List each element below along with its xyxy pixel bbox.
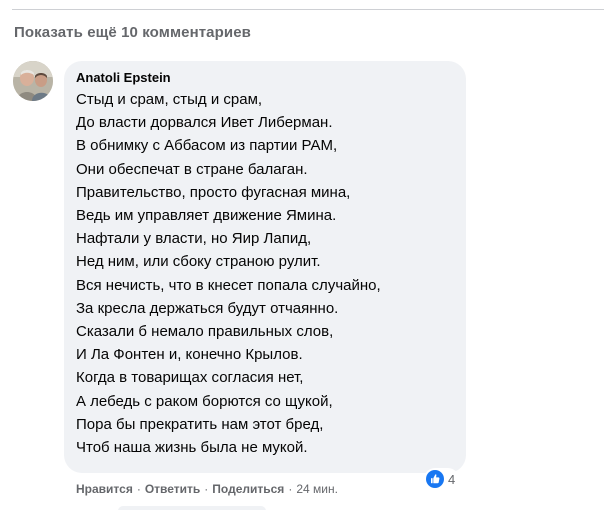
share-button[interactable]: Поделиться <box>212 482 284 496</box>
reaction-summary[interactable]: 4 <box>424 468 460 490</box>
comment-line: Пора бы прекратить нам этот бред, <box>76 415 324 433</box>
reply-button[interactable]: Ответить <box>145 482 200 496</box>
avatar[interactable] <box>13 61 53 101</box>
next-comment-bubble <box>118 506 266 510</box>
comment-actions: Нравится · Ответить · Поделиться · 24 ми… <box>76 482 338 496</box>
comment-line: Чтоб наша жизнь была не мукой. <box>76 439 308 457</box>
comment-timestamp[interactable]: 24 мин. <box>296 482 338 496</box>
comment-line: Когда в товарищах согласия нет, <box>76 369 304 387</box>
comment-line: Они обеспечат в стране балаган. <box>76 160 308 178</box>
comments-section: Показать ещё 10 комментариев Anatoli Eps… <box>0 0 608 510</box>
comment-text: Стыд и срам, стыд и срам, До власти дорв… <box>76 88 381 459</box>
comment-author[interactable]: Anatoli Epstein <box>76 70 171 85</box>
reaction-count: 4 <box>448 471 456 487</box>
like-button[interactable]: Нравится <box>76 482 133 496</box>
comment-line: Стыд и срам, стыд и срам, <box>76 91 263 108</box>
comment-line: В обнимку с Аббасом из партии РАМ, <box>76 137 338 155</box>
divider <box>12 9 604 10</box>
separator: · <box>288 482 293 496</box>
comment-line: И Ла Фонтен и, конечно Крылов. <box>76 346 303 364</box>
comment-line: Правительство, просто фугасная мина, <box>76 183 351 201</box>
show-more-comments-link[interactable]: Показать ещё 10 комментариев <box>14 24 251 41</box>
separator: · <box>204 482 209 496</box>
comment-line: Нафтали у власти, но Яир Лапид, <box>76 230 312 248</box>
comment-line: А лебедь с раком борются со щукой, <box>76 392 333 410</box>
avatar-photo <box>13 61 53 101</box>
comment-line: Вся нечисть, что в кнесет попала случайн… <box>76 276 381 294</box>
comment-line: За кресла держаться будут отчаянно. <box>76 299 339 317</box>
like-icon <box>426 470 444 488</box>
comment-line: Сказали б немало правильных слов, <box>76 323 334 341</box>
comment-line: До власти дорвался Ивет Либерман. <box>76 114 333 132</box>
comment-line: Ведь им управляет движение Ямина. <box>76 207 337 225</box>
separator: · <box>136 482 141 496</box>
comment-line: Нед ним, или сбоку страною рулит. <box>76 253 321 271</box>
comment-bubble: Anatoli Epstein Стыд и срам, стыд и срам… <box>64 61 466 473</box>
